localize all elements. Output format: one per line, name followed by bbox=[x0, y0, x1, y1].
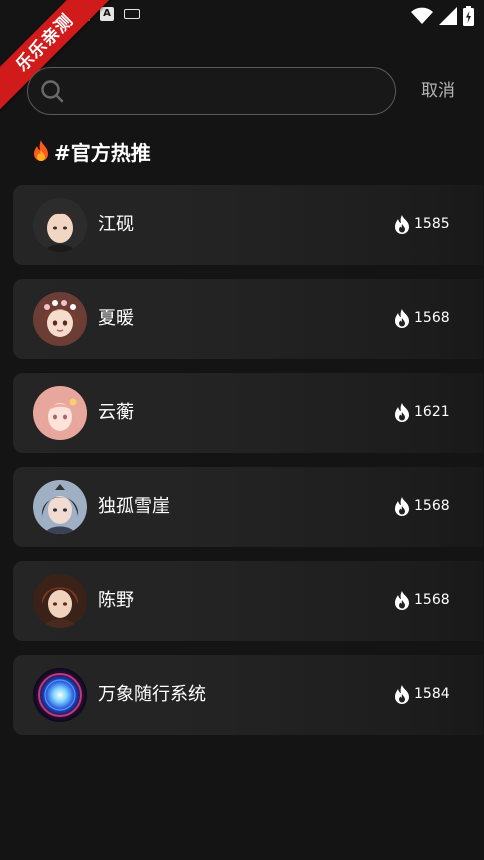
heat-count: 1585 bbox=[393, 214, 450, 234]
character-name: 陈野 bbox=[98, 590, 134, 611]
flame-icon bbox=[395, 403, 409, 422]
keyboard-icon bbox=[124, 8, 140, 19]
cancel-button[interactable]: 取消 bbox=[414, 78, 462, 104]
glowing-blue-orb-avatar bbox=[33, 668, 87, 722]
girl-pink-hair-avatar bbox=[33, 386, 87, 440]
fire-emoji-icon bbox=[34, 140, 48, 161]
section-title: #官方热推 bbox=[54, 140, 151, 165]
heat-value: 1568 bbox=[414, 592, 450, 608]
flame-icon bbox=[395, 215, 409, 234]
character-card[interactable]: 江砚 1585 bbox=[13, 185, 483, 265]
swordsman-dark-hair-avatar bbox=[33, 480, 87, 534]
character-card[interactable]: 陈野 1568 bbox=[13, 561, 483, 641]
character-card[interactable]: 万象随行系统 1584 bbox=[13, 655, 483, 735]
screen: A 乐乐亲测 取消 #官方热推 江砚 1585 夏暖 1568 云蘅 1621 … bbox=[0, 0, 484, 860]
heat-value: 1585 bbox=[414, 216, 450, 232]
girl-brown-hair-flower-crown-avatar bbox=[33, 292, 87, 346]
flame-icon bbox=[395, 309, 409, 328]
character-name: 夏暖 bbox=[98, 308, 134, 329]
character-card[interactable]: 夏暖 1568 bbox=[13, 279, 483, 359]
heat-count: 1584 bbox=[393, 684, 450, 704]
wifi-icon bbox=[411, 7, 433, 24]
section-header: #官方热推 bbox=[30, 136, 151, 166]
character-name: 江砚 bbox=[98, 214, 134, 235]
character-card[interactable]: 云蘅 1621 bbox=[13, 373, 483, 453]
heat-count: 1568 bbox=[393, 590, 450, 610]
search-box[interactable] bbox=[27, 67, 396, 115]
heat-count: 1568 bbox=[393, 496, 450, 516]
young-man-dark-hair-avatar bbox=[33, 198, 87, 252]
flame-icon bbox=[395, 685, 409, 704]
heat-value: 1584 bbox=[414, 686, 450, 702]
character-name: 云蘅 bbox=[98, 402, 134, 423]
search-icon bbox=[41, 80, 64, 103]
battery-icon bbox=[463, 6, 474, 26]
heat-count: 1621 bbox=[393, 402, 450, 422]
character-list: 江砚 1585 夏暖 1568 云蘅 1621 独孤雪崖 1568 陈野 156… bbox=[13, 185, 483, 749]
character-name: 万象随行系统 bbox=[98, 684, 206, 705]
character-name: 独孤雪崖 bbox=[98, 496, 170, 517]
heat-value: 1568 bbox=[414, 310, 450, 326]
flame-icon bbox=[395, 497, 409, 516]
search-input[interactable] bbox=[72, 76, 376, 106]
status-right-icons bbox=[411, 6, 474, 26]
character-card[interactable]: 独孤雪崖 1568 bbox=[13, 467, 483, 547]
heat-value: 1568 bbox=[414, 498, 450, 514]
flame-icon bbox=[395, 591, 409, 610]
heat-count: 1568 bbox=[393, 308, 450, 328]
signal-icon bbox=[439, 7, 457, 25]
heat-value: 1621 bbox=[414, 404, 450, 420]
young-man-red-brown-hair-avatar bbox=[33, 574, 87, 628]
